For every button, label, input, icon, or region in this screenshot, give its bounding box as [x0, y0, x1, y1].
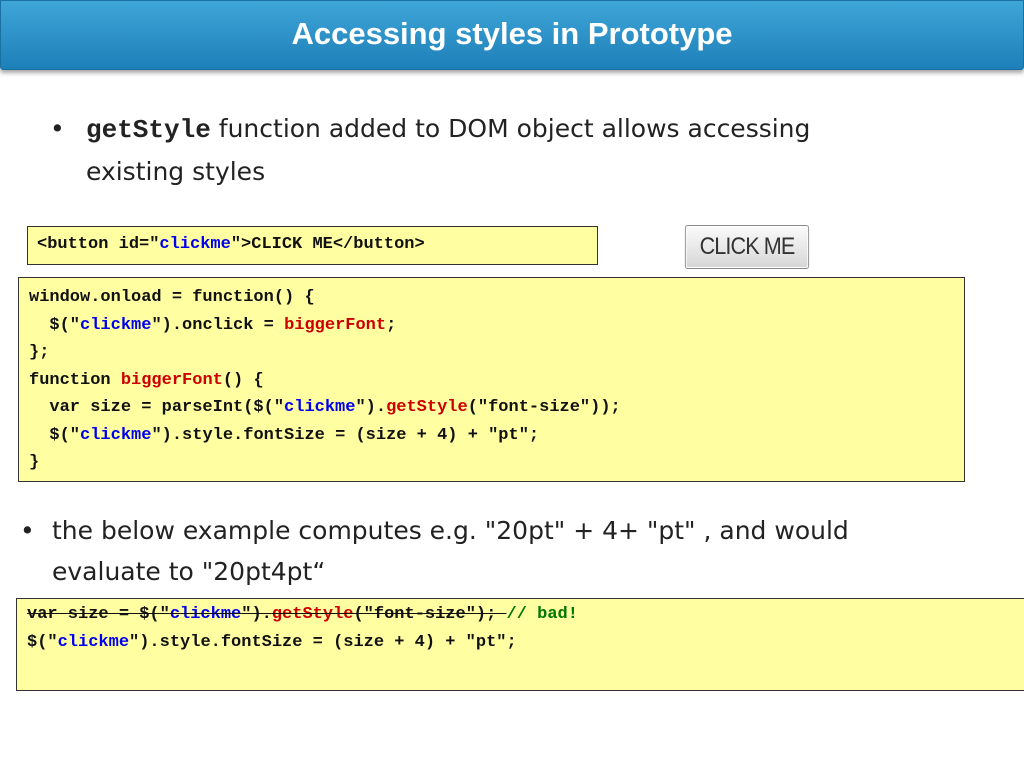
code-token: clickme [159, 235, 231, 254]
slide-title: Accessing styles in Prototype [291, 16, 733, 51]
code-line: } [29, 453, 40, 472]
code-token: <button id=" [37, 235, 160, 254]
bullet2-text1: the below example computes e.g. "20pt" +… [52, 516, 849, 545]
code-line: }; [29, 343, 50, 362]
code-box-bad-example: var size = $("clickme").getStyle("font-s… [16, 598, 1024, 691]
code-token: ">CLICK ME</button> [230, 235, 425, 254]
bullet1-text1: function added to DOM object allows acce… [210, 114, 811, 143]
bullet1-text2: existing styles [86, 157, 266, 186]
code-line: function biggerFont() { [29, 370, 264, 390]
click-me-button[interactable]: CLICK ME [684, 225, 810, 269]
code-getstyle: getStyle [86, 115, 211, 145]
bullet2-text2: evaluate to "20pt4pt“ [52, 557, 326, 586]
code-line: var size = $("clickme").getStyle("font-s… [27, 605, 578, 624]
code-line: $("clickme").onclick = biggerFont; [29, 315, 397, 335]
bullet-example: • the below example computes e.g. "20pt"… [20, 510, 1012, 592]
code-line: var size = parseInt($("clickme").getStyl… [29, 398, 621, 417]
bullet-dot: • [20, 516, 35, 545]
bullet-dot: • [50, 114, 65, 143]
code-line: $("clickme").style.fontSize = (size + 4)… [27, 632, 517, 652]
code-box-button-html: <button id="clickme">CLICK ME</button> [27, 226, 598, 265]
code-line: $("clickme").style.fontSize = (size + 4)… [29, 425, 540, 445]
code-box-main: window.onload = function() { $("clickme"… [18, 277, 965, 482]
bullet-getstyle: • getStyle function added to DOM object … [50, 108, 986, 192]
code-line: window.onload = function() { [29, 288, 315, 307]
